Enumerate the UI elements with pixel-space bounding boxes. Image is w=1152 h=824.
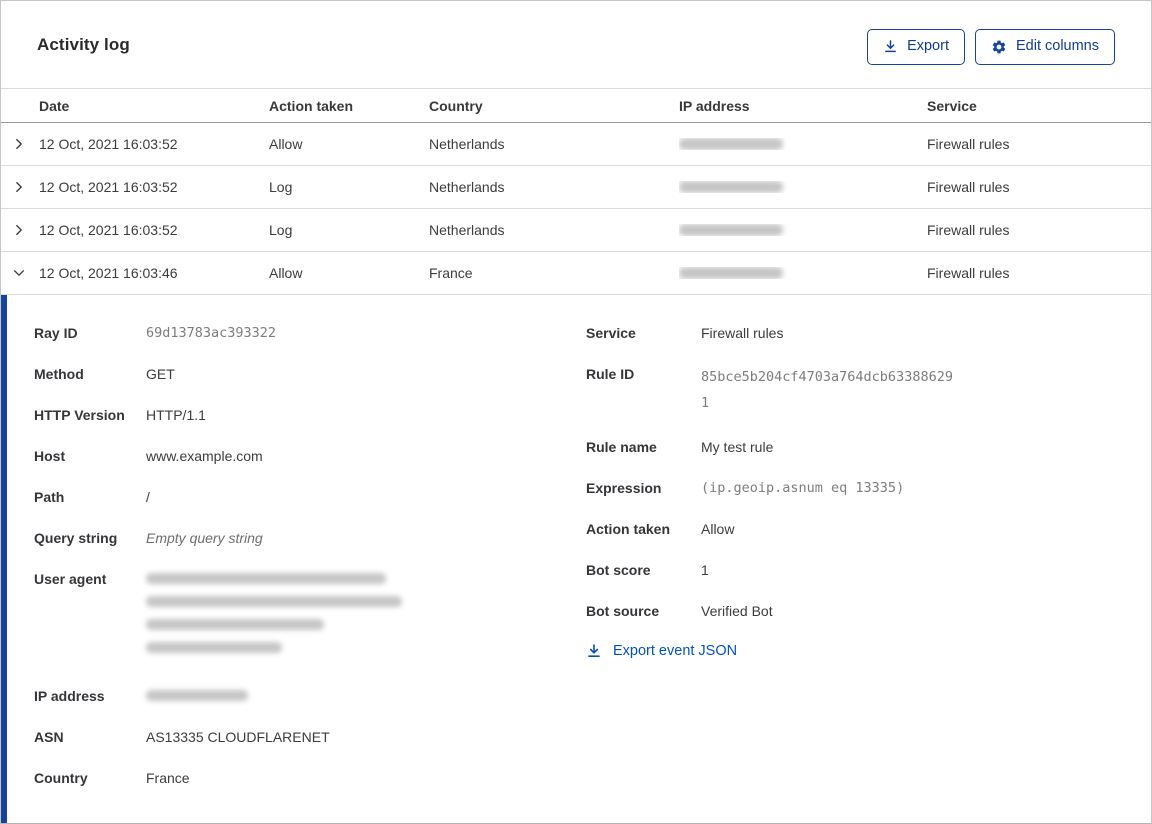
field-user-agent: User agent	[34, 569, 586, 665]
http-version-value: HTTP/1.1	[146, 407, 206, 423]
field-method: Method GET	[34, 366, 175, 382]
download-icon	[883, 39, 898, 54]
field-asn: ASN AS13335 CLOUDFLARENET	[34, 729, 330, 745]
row-ip-address	[679, 181, 927, 193]
service-value: Firewall rules	[701, 325, 784, 341]
download-icon	[586, 643, 602, 659]
field-ip-address: IP address	[34, 686, 586, 706]
redacted-line	[146, 573, 386, 584]
rule-name-value: My test rule	[701, 439, 774, 455]
query-string-value: Empty query string	[146, 530, 263, 546]
table-row[interactable]: 12 Oct, 2021 16:03:52 Log Netherlands Fi…	[1, 166, 1151, 209]
chevron-down-icon	[10, 264, 28, 282]
rule-id-value: 85bce5b204cf4703a764dcb633886291	[701, 369, 953, 411]
country-value: France	[146, 770, 190, 786]
field-http-version: HTTP Version HTTP/1.1	[34, 407, 206, 423]
event-details-right-column: Service Firewall rules Rule ID 85bce5b20…	[586, 323, 1151, 664]
field-rule-name: Rule name My test rule	[586, 439, 774, 455]
field-action-taken: Action taken Allow	[586, 521, 735, 537]
method-value: GET	[146, 366, 175, 382]
redacted-line	[146, 642, 282, 653]
row-ip-address	[679, 267, 927, 279]
row-date: 12 Oct, 2021 16:03:52	[39, 179, 178, 195]
expanded-event-details: Ray ID 69d13783ac393322 Method GET HTTP …	[1, 295, 1151, 823]
row-service: Firewall rules	[927, 179, 1010, 195]
field-path: Path /	[34, 489, 150, 505]
field-expression: Expression (ip.geoip.asnum eq 13335)	[586, 480, 905, 496]
table-row[interactable]: 12 Oct, 2021 16:03:52 Log Netherlands Fi…	[1, 209, 1151, 252]
gear-icon	[991, 39, 1007, 55]
asn-value: AS13335 CLOUDFLARENET	[146, 729, 330, 745]
row-expander[interactable]	[1, 264, 39, 282]
row-date: 12 Oct, 2021 16:03:52	[39, 136, 178, 152]
export-button[interactable]: Export	[867, 28, 965, 65]
field-service: Service Firewall rules	[586, 325, 784, 341]
chevron-right-icon	[10, 221, 28, 239]
activity-log-panel: Activity log Export Edit columns Date Ac…	[0, 0, 1152, 824]
row-country: Netherlands	[429, 136, 505, 152]
table-row-expanded[interactable]: 12 Oct, 2021 16:03:46 Allow France Firew…	[1, 252, 1151, 295]
field-host: Host www.example.com	[34, 448, 263, 464]
chevron-right-icon	[10, 178, 28, 196]
bot-score-value: 1	[701, 562, 709, 578]
redacted-ip-value	[679, 138, 783, 150]
row-action-taken: Log	[269, 222, 293, 238]
row-country: Netherlands	[429, 179, 505, 195]
row-action-taken: Log	[269, 179, 293, 195]
row-expander[interactable]	[1, 178, 39, 196]
ray-id-value: 69d13783ac393322	[146, 325, 277, 341]
row-service: Firewall rules	[927, 265, 1010, 281]
column-header-ip-address: IP address	[679, 97, 750, 114]
export-button-label: Export	[907, 38, 949, 55]
column-header-country: Country	[429, 97, 483, 114]
row-ip-address	[679, 138, 927, 150]
redacted-ip-value	[679, 181, 783, 193]
field-query-string: Query string Empty query string	[34, 530, 263, 546]
edit-columns-button-label: Edit columns	[1015, 38, 1099, 55]
header-actions: Export Edit columns	[867, 28, 1115, 65]
row-date: 12 Oct, 2021 16:03:46	[39, 265, 178, 281]
expression-value: (ip.geoip.asnum eq 13335)	[701, 480, 905, 496]
row-expander[interactable]	[1, 135, 39, 153]
export-event-json-link[interactable]: Export event JSON	[586, 643, 737, 659]
action-taken-value: Allow	[701, 521, 735, 537]
field-country: Country France	[34, 770, 190, 786]
chevron-right-icon	[10, 135, 28, 153]
row-action-taken: Allow	[269, 265, 303, 281]
redacted-ip-value	[146, 690, 248, 701]
field-bot-score: Bot score 1	[586, 562, 709, 578]
path-value: /	[146, 489, 150, 505]
redacted-line	[146, 596, 402, 607]
table-header-row: Date Action taken Country IP address Ser…	[1, 88, 1151, 123]
row-action-taken: Allow	[269, 136, 303, 152]
row-service: Firewall rules	[927, 222, 1010, 238]
export-event-json-label: Export event JSON	[613, 643, 738, 659]
redacted-line	[146, 619, 324, 630]
titlebar: Activity log Export Edit columns	[1, 1, 1151, 88]
redacted-ip-value	[679, 267, 783, 279]
host-value: www.example.com	[146, 448, 263, 464]
field-ray-id: Ray ID 69d13783ac393322	[34, 325, 277, 341]
table-row[interactable]: 12 Oct, 2021 16:03:52 Allow Netherlands …	[1, 123, 1151, 166]
column-header-action-taken: Action taken	[269, 97, 354, 114]
bot-source-value: Verified Bot	[701, 603, 773, 619]
event-details-left-column: Ray ID 69d13783ac393322 Method GET HTTP …	[34, 323, 586, 809]
row-service: Firewall rules	[927, 136, 1010, 152]
row-date: 12 Oct, 2021 16:03:52	[39, 222, 178, 238]
column-header-service: Service	[927, 97, 977, 114]
row-country: France	[429, 265, 473, 281]
row-expander[interactable]	[1, 221, 39, 239]
row-country: Netherlands	[429, 222, 505, 238]
column-header-date: Date	[39, 97, 70, 114]
redacted-user-agent-value	[146, 569, 402, 665]
edit-columns-button[interactable]: Edit columns	[974, 28, 1115, 65]
field-rule-id: Rule ID 85bce5b204cf4703a764dcb633886291	[586, 364, 1151, 416]
page-title: Activity log	[37, 34, 130, 54]
row-ip-address	[679, 224, 927, 236]
field-bot-source: Bot source Verified Bot	[586, 603, 773, 619]
redacted-ip-value	[679, 224, 783, 236]
